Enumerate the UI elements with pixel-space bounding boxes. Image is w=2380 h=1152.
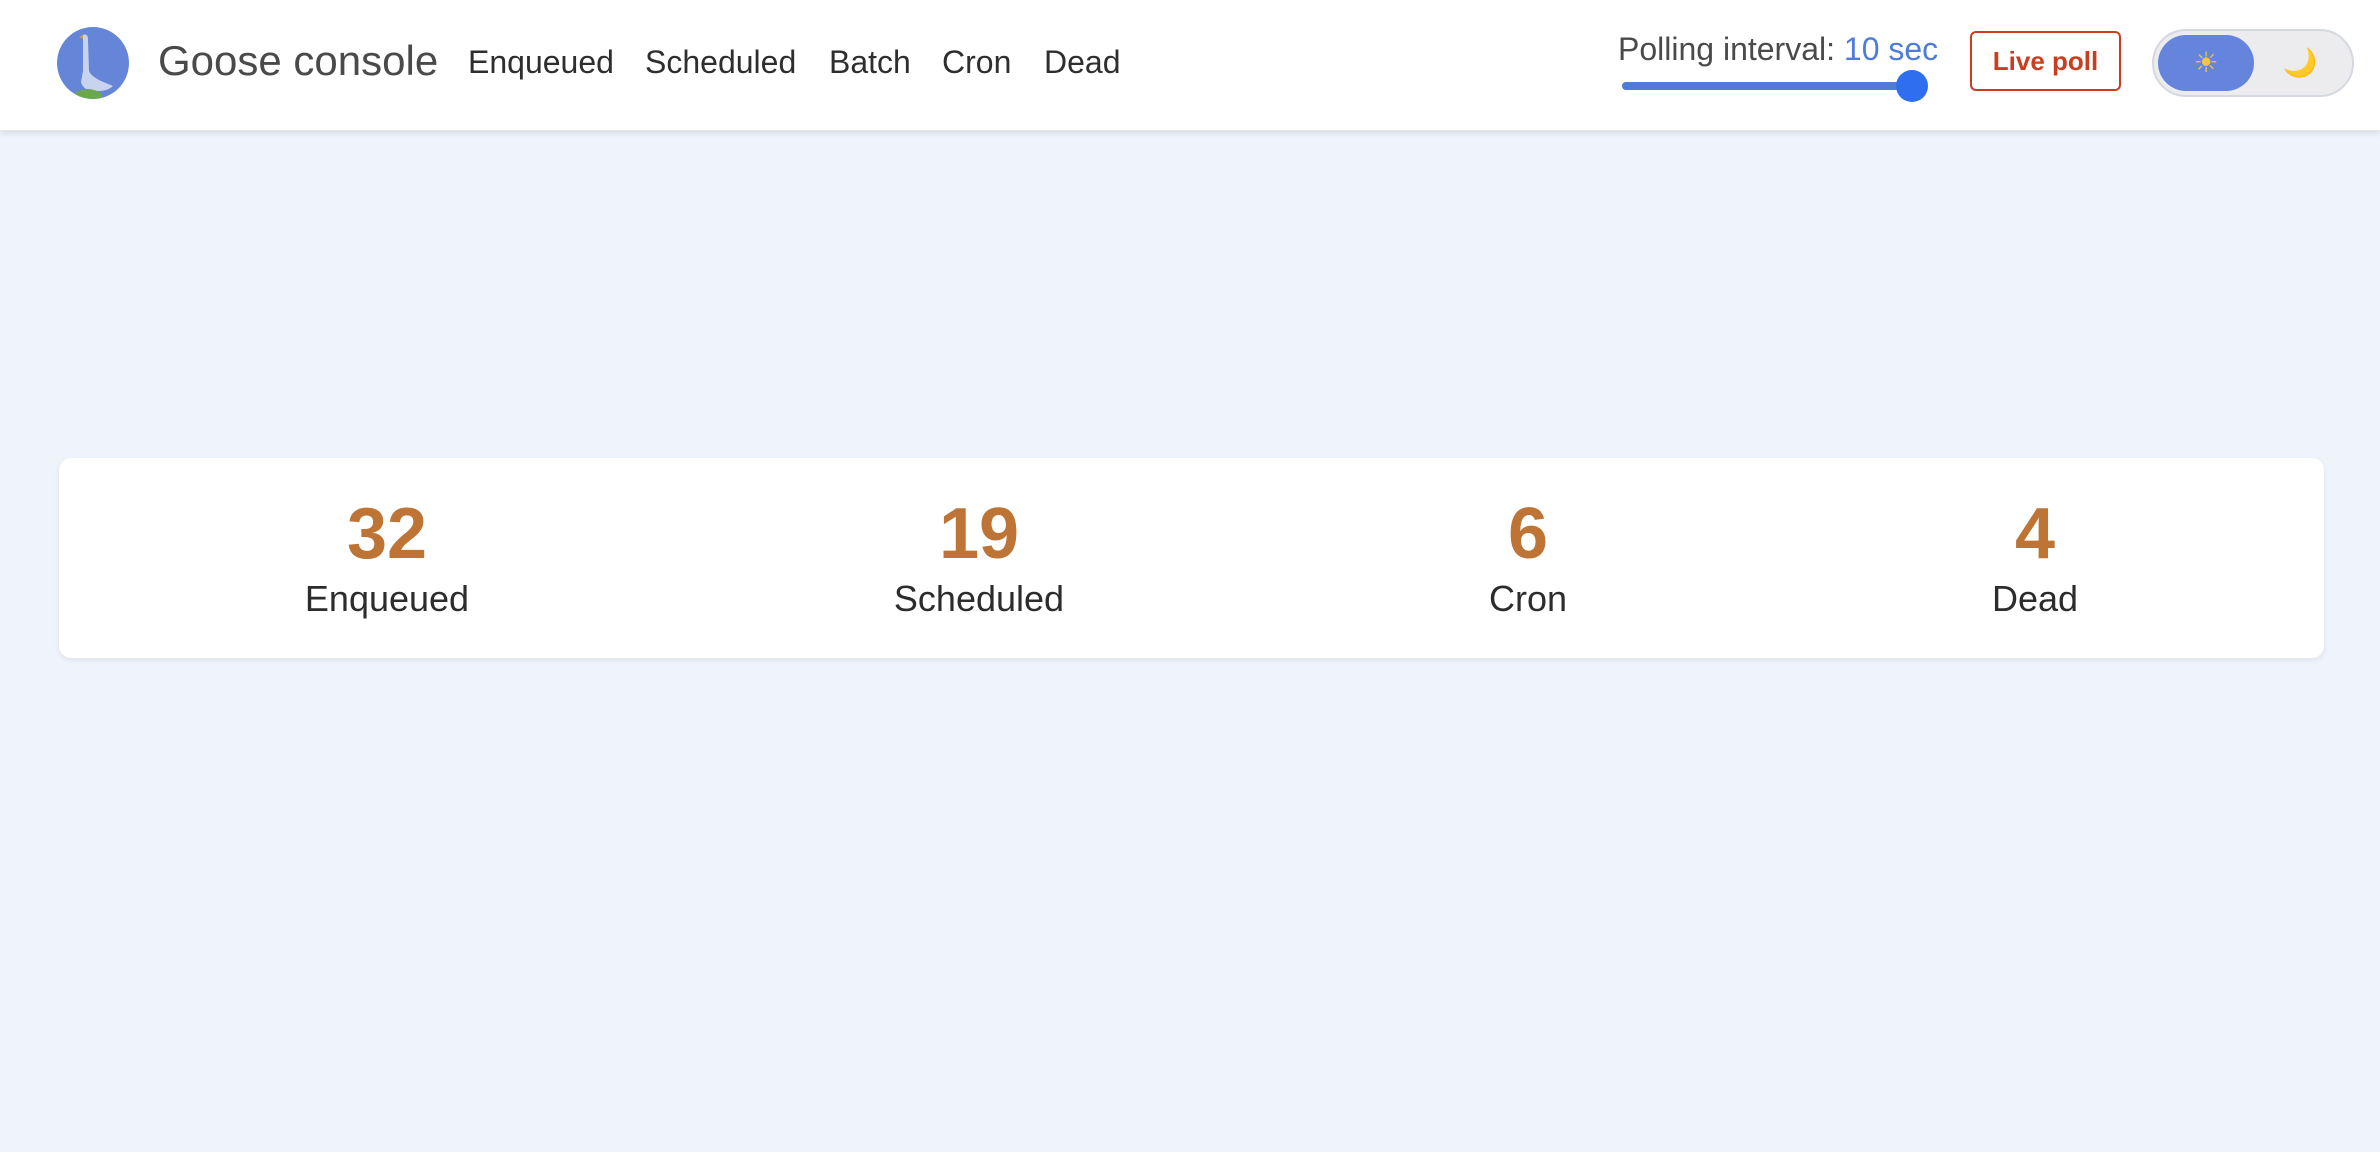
stat-value: 4	[2014, 494, 2056, 574]
stat-value: 6	[1507, 494, 1549, 574]
polling-interval-value: 10 sec	[1843, 31, 1939, 67]
stat-label: Scheduled	[893, 578, 1065, 619]
polling-interval-slider[interactable]	[1622, 70, 1928, 102]
nav-link-batch[interactable]: Batch	[829, 42, 911, 82]
stats-card: 32 Enqueued 19 Scheduled 6 Cron 4 Dead	[59, 458, 2324, 658]
polling-interval-label: Polling interval: 10 sec	[1618, 29, 1938, 69]
nav-link-cron[interactable]: Cron	[942, 42, 1011, 82]
slider-thumb[interactable]	[1896, 70, 1928, 102]
nav-link-enqueued[interactable]: Enqueued	[468, 42, 614, 82]
brand-title[interactable]: Goose console	[158, 36, 438, 86]
stat-value: 32	[346, 494, 428, 574]
nav-link-dead[interactable]: Dead	[1044, 42, 1121, 82]
live-poll-button[interactable]: Live poll	[1970, 31, 2121, 91]
stat-label: Enqueued	[304, 578, 470, 619]
goose-logo-icon[interactable]	[57, 27, 129, 99]
theme-toggle[interactable]: ☀ 🌙	[2152, 29, 2354, 97]
stat-label: Cron	[1488, 578, 1568, 619]
slider-fill	[1622, 82, 1912, 90]
stat-value: 19	[938, 494, 1020, 574]
sun-icon[interactable]: ☀	[2158, 35, 2254, 91]
stat-label: Dead	[1991, 578, 2079, 619]
navbar: Goose console Enqueued Scheduled Batch C…	[0, 0, 2380, 131]
nav-link-scheduled[interactable]: Scheduled	[645, 42, 796, 82]
polling-interval-text: Polling interval:	[1618, 31, 1835, 67]
moon-icon[interactable]: 🌙	[2252, 35, 2348, 91]
